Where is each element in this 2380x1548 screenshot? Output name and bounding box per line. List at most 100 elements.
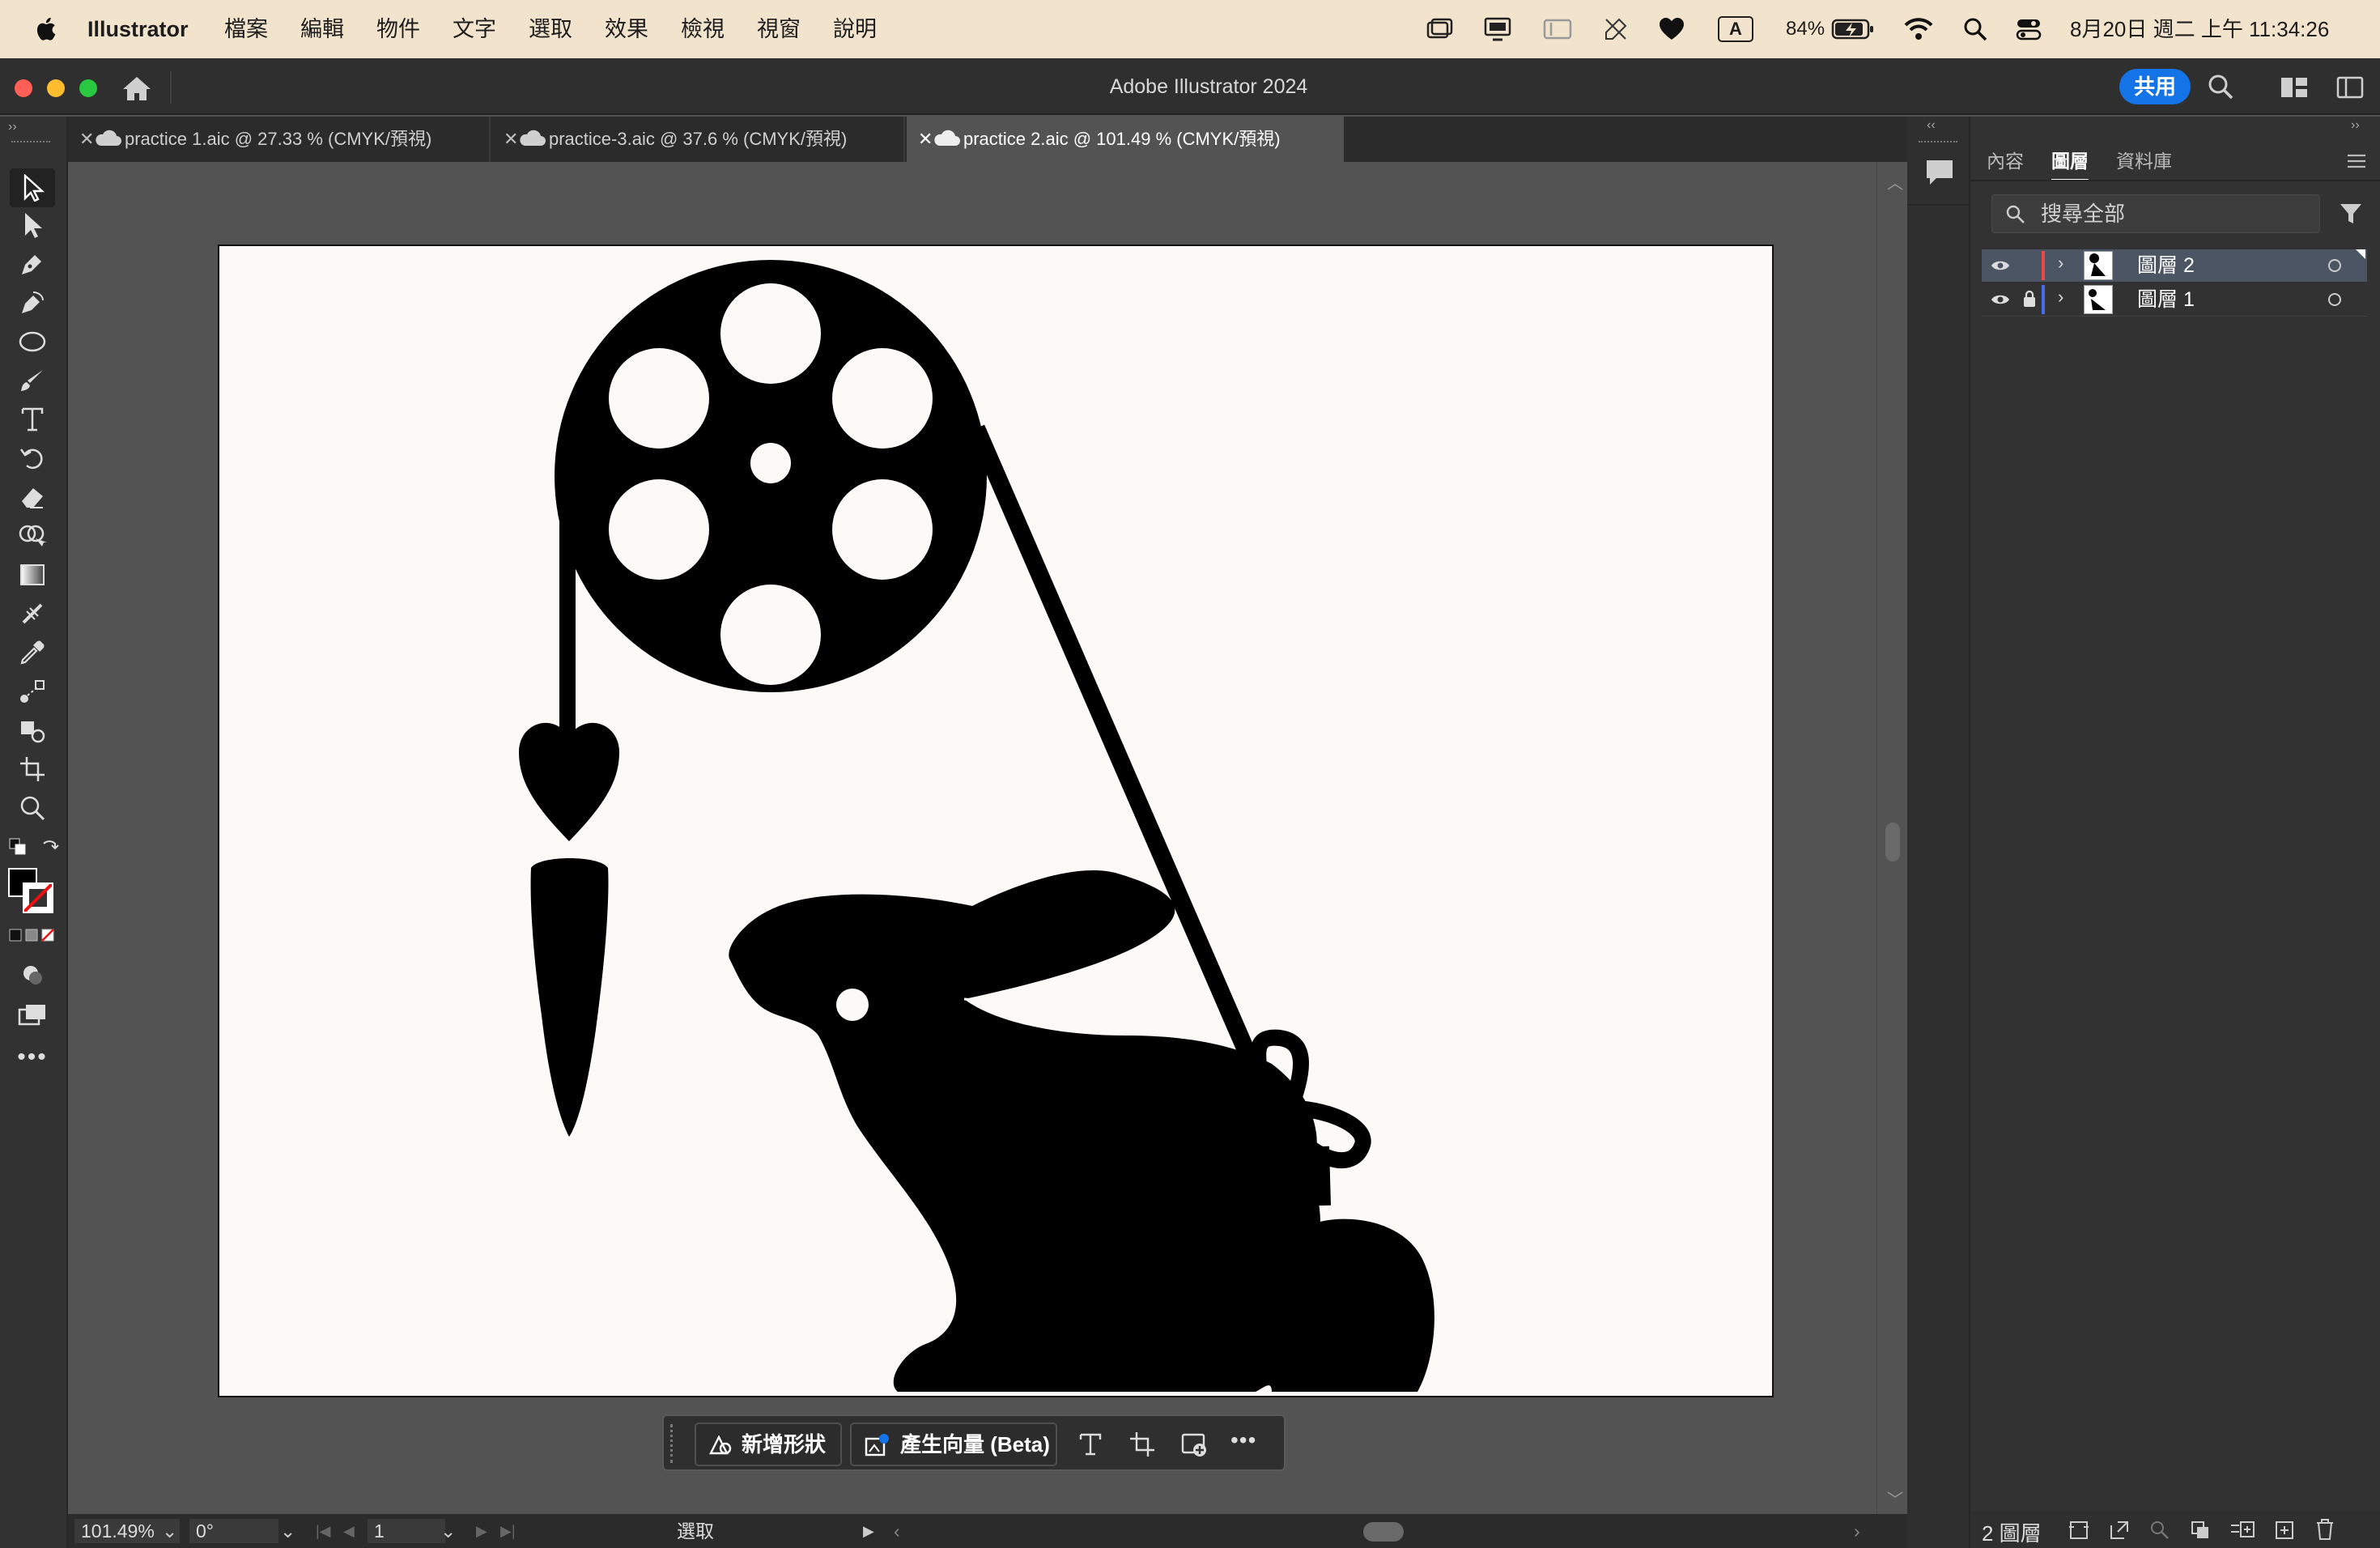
collapse-dock-icon[interactable]: ‹‹ — [1927, 118, 1936, 133]
menu-type[interactable]: 文字 — [453, 0, 496, 58]
vertical-scroll-thumb[interactable] — [1885, 823, 1900, 861]
menu-view[interactable]: 檢視 — [681, 0, 725, 58]
search-icon[interactable] — [2207, 73, 2234, 100]
eyedropper-tool-icon[interactable] — [15, 635, 50, 670]
share-button[interactable]: 共用 — [2119, 69, 2191, 104]
eraser-tool-icon[interactable] — [15, 479, 50, 515]
direct-selection-tool-icon[interactable] — [15, 207, 50, 243]
layer-row-2[interactable]: › 圖層 2 — [1982, 249, 2367, 282]
mesh-tool-icon[interactable] — [15, 596, 50, 632]
next-artboard-icon[interactable]: ▶ — [476, 1519, 487, 1543]
gradient-tool-icon[interactable] — [15, 557, 50, 593]
wifi-icon[interactable] — [1904, 16, 1933, 40]
artboard-number-field[interactable]: 1 — [368, 1519, 445, 1543]
previous-artboard-icon[interactable]: ◀ — [343, 1519, 355, 1543]
eye-icon[interactable] — [1990, 258, 2011, 273]
new-shape-button[interactable]: 新增形狀 — [695, 1423, 842, 1466]
comments-icon[interactable] — [1923, 157, 1956, 188]
heart-icon[interactable] — [1658, 16, 1685, 42]
spotlight-search-icon[interactable] — [1962, 16, 1988, 42]
battery-icon[interactable] — [1831, 18, 1876, 40]
curvature-tool-icon[interactable] — [15, 285, 50, 321]
filter-icon[interactable] — [2338, 201, 2364, 227]
layer-target-icon[interactable] — [2328, 293, 2341, 306]
tab-practice-2[interactable]: ✕ practice 2.aic @ 101.49 % (CMYK/預視) — [907, 117, 1344, 162]
generate-vector-button[interactable]: 產生向量 (Beta) — [850, 1423, 1057, 1466]
locate-object-icon[interactable] — [2148, 1519, 2171, 1542]
scroll-down-icon[interactable]: ﹀ — [1887, 1486, 1903, 1510]
selection-tool-icon[interactable] — [10, 168, 55, 207]
clipping-mask-icon[interactable] — [2189, 1519, 2212, 1542]
layer-row-1[interactable]: › 圖層 1 — [1982, 283, 2367, 316]
window-layout-icon[interactable] — [1543, 18, 1572, 40]
collect-for-export-icon[interactable] — [2068, 1519, 2090, 1542]
artboard-icon[interactable] — [1128, 1431, 1156, 1458]
clock[interactable]: 8月20日 週二 上午 11:34:26 — [2070, 0, 2329, 58]
tab-layers[interactable]: 圖層 — [2051, 141, 2089, 181]
puppet-warp-tool-icon[interactable] — [15, 712, 50, 748]
expand-layer-icon[interactable]: › — [2058, 253, 2063, 274]
scroll-right-icon[interactable]: › — [1854, 1519, 1860, 1543]
layer-name[interactable]: 圖層 1 — [2137, 283, 2195, 316]
blend-tool-icon[interactable] — [15, 674, 50, 709]
artboard[interactable] — [218, 245, 1774, 1397]
menu-app-name[interactable]: Illustrator — [87, 0, 189, 58]
horizontal-scroll-thumb[interactable] — [1363, 1522, 1404, 1542]
tab-practice-3[interactable]: ✕ practice-3.aic @ 37.6 % (CMYK/預視) — [492, 117, 905, 162]
type-icon[interactable] — [1077, 1431, 1104, 1458]
status-menu-icon[interactable]: ▶ — [863, 1519, 874, 1543]
workspace-switcher-icon[interactable] — [2336, 76, 2364, 99]
rotation-field[interactable]: 0° — [189, 1519, 278, 1543]
expand-layer-icon[interactable]: › — [2058, 287, 2063, 308]
stroke-color-swatch[interactable] — [23, 882, 53, 913]
close-tab-icon[interactable]: ✕ — [918, 117, 933, 162]
shape-builder-tool-icon[interactable] — [15, 518, 50, 554]
edit-toolbar-icon[interactable]: ••• — [15, 1040, 50, 1075]
delete-layer-icon[interactable] — [2314, 1517, 2336, 1542]
menu-file[interactable]: 檔案 — [224, 0, 268, 58]
paintbrush-tool-icon[interactable] — [15, 363, 50, 398]
draw-mode-icon[interactable] — [15, 957, 50, 993]
layer-name[interactable]: 圖層 2 — [2137, 249, 2195, 282]
panel-menu-icon[interactable] — [2346, 152, 2367, 170]
last-artboard-icon[interactable]: ▶| — [500, 1519, 516, 1543]
menu-select[interactable]: 選取 — [529, 0, 572, 58]
pen-tool-icon[interactable] — [15, 246, 50, 282]
artboard-tool-icon[interactable] — [15, 751, 50, 787]
tab-libraries[interactable]: 資料庫 — [2116, 141, 2172, 181]
menu-window[interactable]: 視窗 — [757, 0, 801, 58]
menu-help[interactable]: 說明 — [833, 0, 877, 58]
tab-properties[interactable]: 內容 — [1987, 141, 2024, 181]
input-method-indicator[interactable]: A — [1718, 16, 1753, 42]
taskbar-grip[interactable] — [670, 1424, 680, 1463]
rotation-dropdown-icon[interactable]: ⌄ — [280, 1519, 295, 1543]
arrange-documents-icon[interactable] — [2280, 76, 2309, 99]
scroll-left-icon[interactable]: ‹ — [894, 1519, 900, 1543]
color-mode-icons[interactable] — [8, 928, 57, 942]
new-layer-icon[interactable] — [2273, 1519, 2296, 1542]
menu-edit[interactable]: 編輯 — [300, 0, 344, 58]
eye-icon[interactable] — [1990, 292, 2011, 307]
screen-mode-icon[interactable] — [15, 997, 50, 1033]
scroll-up-icon[interactable]: ︿ — [1887, 170, 1903, 194]
swap-colors-icon[interactable] — [40, 837, 60, 857]
layers-search-field[interactable]: 搜尋全部 — [1991, 194, 2320, 233]
export-icon[interactable] — [2108, 1519, 2131, 1542]
close-tab-icon[interactable]: ✕ — [504, 117, 518, 162]
artwork-rabbit-film-reel[interactable] — [219, 246, 1772, 1396]
vertical-scrollbar[interactable]: ︿ ﹀ — [1876, 162, 1907, 1514]
ellipse-tool-icon[interactable] — [15, 324, 50, 359]
artboard-dropdown-icon[interactable]: ⌄ — [440, 1519, 456, 1543]
menu-object[interactable]: 物件 — [376, 0, 420, 58]
place-image-icon[interactable] — [1180, 1431, 1209, 1458]
default-colors-icon[interactable] — [8, 837, 28, 857]
expand-panel-icon[interactable]: ›› — [2351, 118, 2360, 133]
stage-manager-icon[interactable] — [1425, 16, 1454, 42]
type-tool-icon[interactable] — [15, 402, 50, 437]
zoom-tool-icon[interactable] — [15, 790, 50, 826]
menu-effect[interactable]: 效果 — [605, 0, 648, 58]
display-icon[interactable] — [1483, 16, 1512, 42]
apple-icon[interactable] — [32, 15, 62, 44]
more-options-icon[interactable]: ••• — [1230, 1427, 1256, 1453]
control-center-icon[interactable] — [2016, 16, 2042, 42]
